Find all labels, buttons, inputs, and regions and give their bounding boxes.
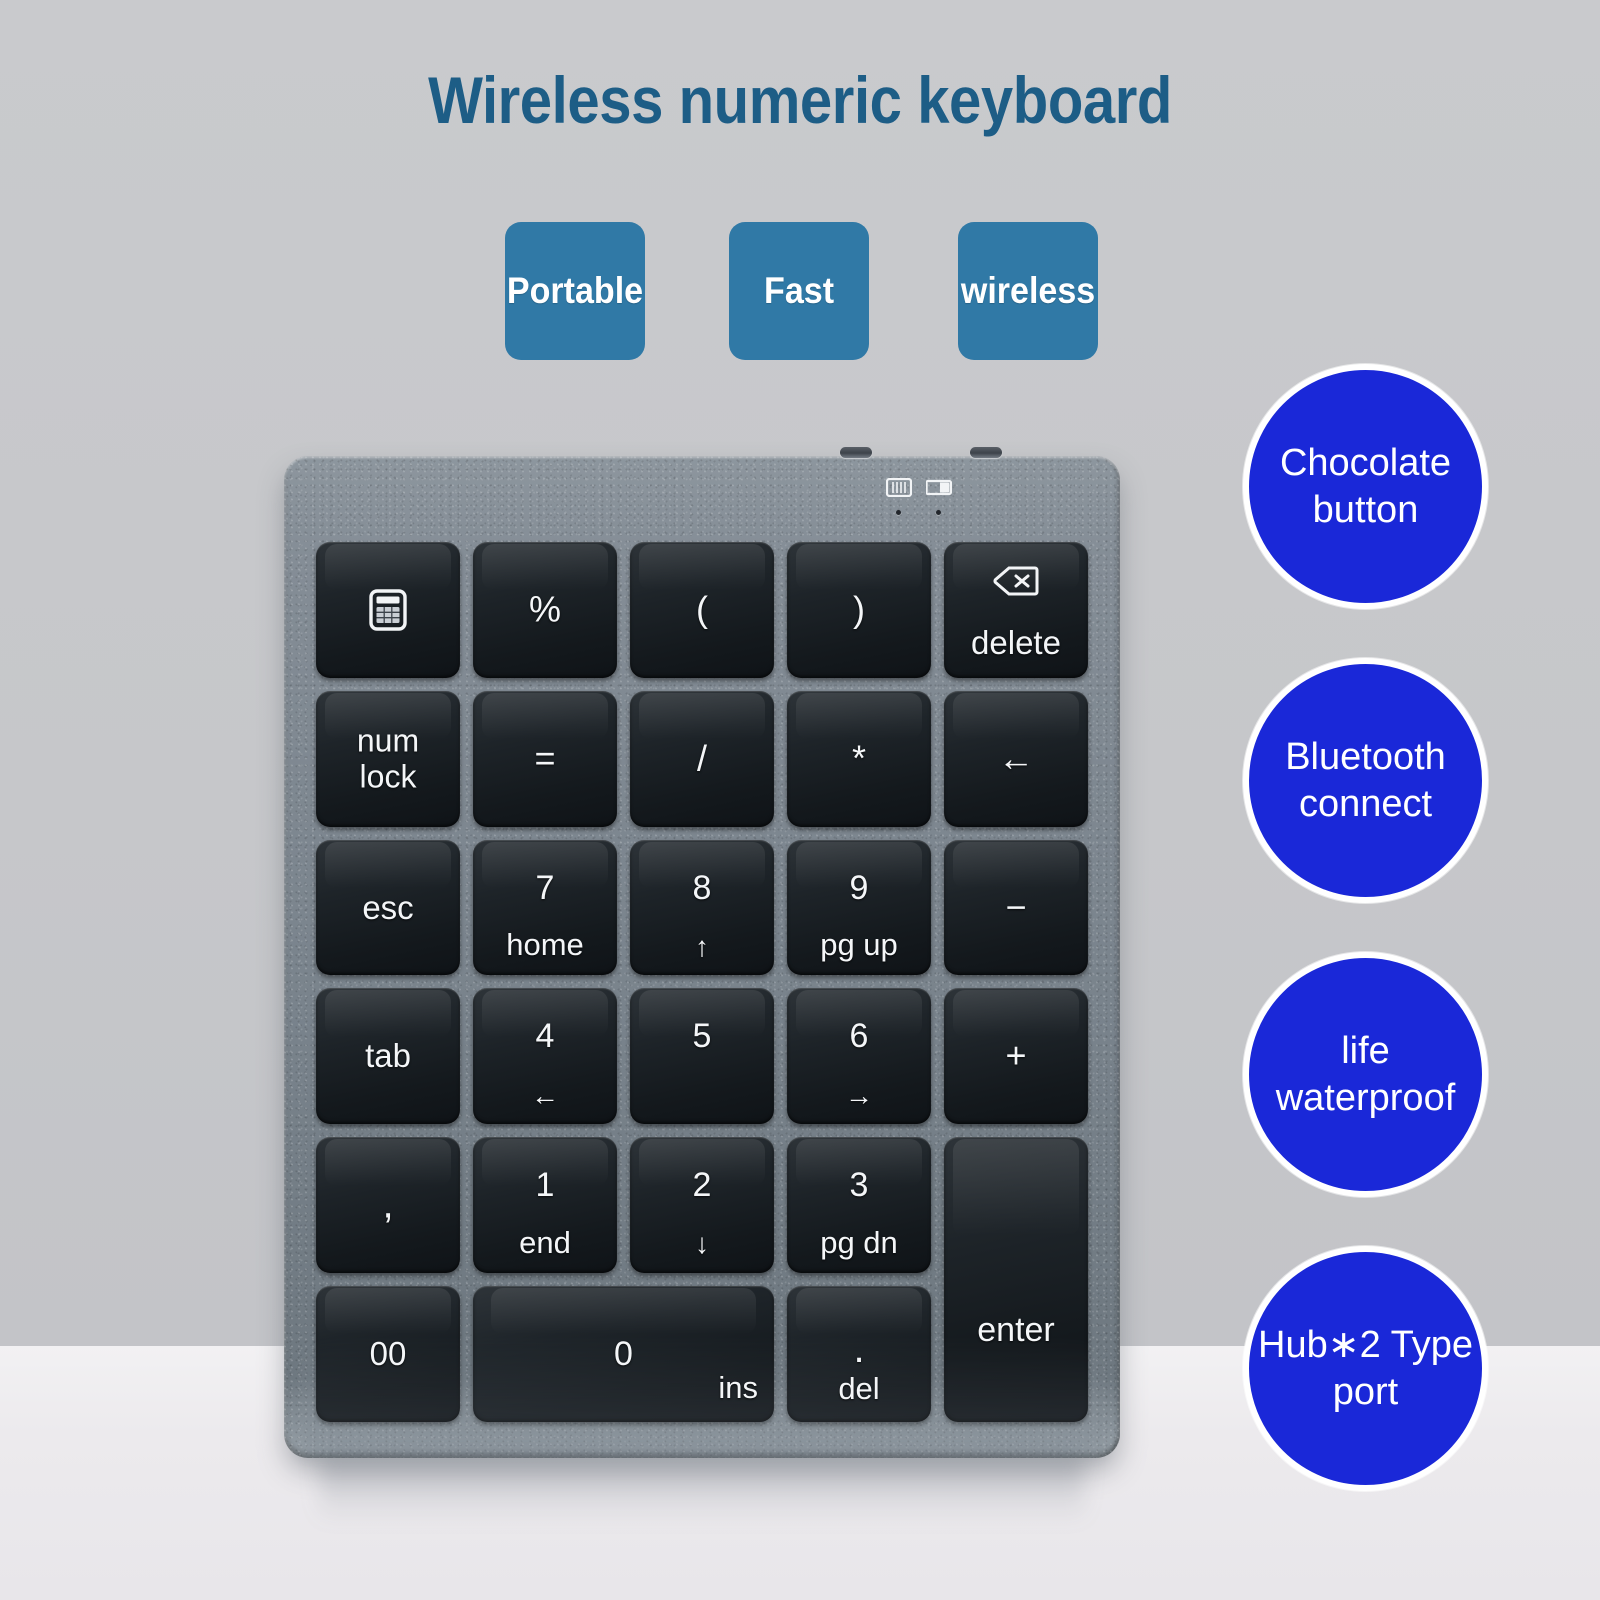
- key-esc[interactable]: esc: [316, 839, 460, 976]
- feature-circle-chocolate-button[interactable]: Chocolate button: [1243, 364, 1488, 609]
- feature-chip-label: wireless: [960, 270, 1096, 311]
- key-sublabel: pg up: [820, 927, 898, 963]
- product-scene: Wireless numeric keyboard Portable Fast …: [0, 0, 1600, 1600]
- key-period-del[interactable]: . del: [787, 1286, 931, 1422]
- key-8-up[interactable]: 8 ↑: [630, 839, 774, 976]
- backspace-icon: [944, 565, 1088, 602]
- key-label: =: [534, 737, 556, 779]
- arrow-down-icon: ↓: [695, 1228, 709, 1260]
- feature-chip-label: Fast: [763, 270, 834, 311]
- key-9-pgup[interactable]: 9 pg up: [787, 839, 931, 976]
- key-label: enter: [977, 1310, 1055, 1349]
- feature-chip-fast[interactable]: Fast: [729, 222, 869, 360]
- usb-c-port-1: [840, 447, 872, 458]
- key-label: 8: [692, 868, 712, 907]
- bluetooth-led: [896, 510, 901, 515]
- battery-led: [936, 510, 941, 515]
- key-sublabel: home: [506, 927, 584, 963]
- key-tab[interactable]: tab: [316, 988, 460, 1125]
- key-arrow-left[interactable]: ←: [944, 690, 1088, 827]
- key-3-pgdn[interactable]: 3 pg dn: [787, 1137, 931, 1274]
- key-sublabel: pg dn: [820, 1225, 898, 1261]
- arrow-left-icon: ←: [531, 1079, 559, 1111]
- feature-chip-portable[interactable]: Portable: [505, 222, 645, 360]
- key-label: .: [853, 1326, 865, 1371]
- usb-c-port-2: [970, 447, 1002, 458]
- bluetooth-indicator-icon: [886, 478, 912, 497]
- key-equals[interactable]: =: [473, 690, 617, 827]
- key-7-home[interactable]: 7 home: [473, 839, 617, 976]
- key-label: 2: [692, 1166, 712, 1205]
- feature-chip-wireless[interactable]: wireless: [958, 222, 1098, 360]
- arrow-up-icon: ↑: [695, 930, 709, 962]
- key-1-end[interactable]: 1 end: [473, 1137, 617, 1274]
- feature-chip-group: Portable Fast wireless: [505, 222, 1125, 362]
- key-divide[interactable]: /: [630, 690, 774, 827]
- key-label: (: [696, 588, 708, 630]
- page-title: Wireless numeric keyboard: [428, 63, 1172, 137]
- key-label: 4: [535, 1017, 555, 1056]
- key-5[interactable]: 5: [630, 988, 774, 1125]
- key-label: num lock: [356, 722, 420, 795]
- key-label: tab: [365, 1037, 411, 1075]
- key-label: delete: [971, 623, 1061, 661]
- key-label: −: [1005, 886, 1027, 928]
- key-label: 0: [614, 1335, 633, 1374]
- key-label: %: [528, 588, 561, 630]
- key-label: *: [851, 737, 866, 779]
- feature-circle-label: life waterproof: [1275, 1030, 1456, 1119]
- status-indicators: [886, 478, 996, 526]
- key-minus[interactable]: −: [944, 839, 1088, 976]
- key-label: esc: [362, 888, 414, 926]
- key-label: +: [1005, 1034, 1027, 1076]
- calculator-icon: [316, 588, 460, 632]
- key-paren-close[interactable]: ): [787, 542, 931, 678]
- key-label: ,: [382, 1182, 394, 1227]
- key-6-right[interactable]: 6 →: [787, 988, 931, 1125]
- key-label: 5: [692, 1017, 712, 1056]
- key-label: /: [696, 737, 707, 779]
- key-calculator[interactable]: [316, 542, 460, 678]
- key-plus[interactable]: +: [944, 988, 1088, 1125]
- keyboard-reflection-shadow: [320, 1452, 1084, 1522]
- arrow-left-icon: ←: [998, 737, 1034, 779]
- key-label: 1: [535, 1166, 555, 1205]
- key-label: 7: [535, 868, 555, 907]
- feature-circle-label: Chocolate button: [1279, 442, 1452, 531]
- key-label: 3: [849, 1166, 869, 1205]
- key-percent[interactable]: %: [473, 542, 617, 678]
- key-comma[interactable]: ,: [316, 1137, 460, 1274]
- key-num-lock[interactable]: num lock: [316, 690, 460, 827]
- feature-circle-hub-type-port[interactable]: Hub∗2 Type port: [1243, 1246, 1488, 1491]
- key-grid: % ( ) delete num lock = / * ← esc 7 home…: [316, 542, 1088, 1422]
- feature-chip-label: Portable: [506, 270, 644, 311]
- key-2-down[interactable]: 2 ↓: [630, 1137, 774, 1274]
- feature-circle-bluetooth-connect[interactable]: Bluetooth connect: [1243, 658, 1488, 903]
- key-label: 00: [369, 1335, 407, 1373]
- arrow-right-icon: →: [845, 1079, 873, 1111]
- key-multiply[interactable]: *: [787, 690, 931, 827]
- key-delete[interactable]: delete: [944, 542, 1088, 678]
- feature-circle-label: Bluetooth connect: [1285, 736, 1446, 825]
- feature-circle-label: Hub∗2 Type port: [1258, 1324, 1473, 1413]
- key-4-left[interactable]: 4 ←: [473, 988, 617, 1125]
- numeric-keyboard: % ( ) delete num lock = / * ← esc 7 home…: [284, 447, 1120, 1458]
- key-label: ): [853, 588, 865, 630]
- key-label: 6: [849, 1017, 869, 1056]
- key-paren-open[interactable]: (: [630, 542, 774, 678]
- key-label: 9: [849, 868, 869, 907]
- key-sublabel: del: [838, 1371, 880, 1407]
- key-sublabel: ins: [718, 1369, 758, 1405]
- key-sublabel: end: [519, 1225, 571, 1261]
- feature-circle-life-waterproof[interactable]: life waterproof: [1243, 952, 1488, 1197]
- battery-indicator-icon: [926, 479, 952, 496]
